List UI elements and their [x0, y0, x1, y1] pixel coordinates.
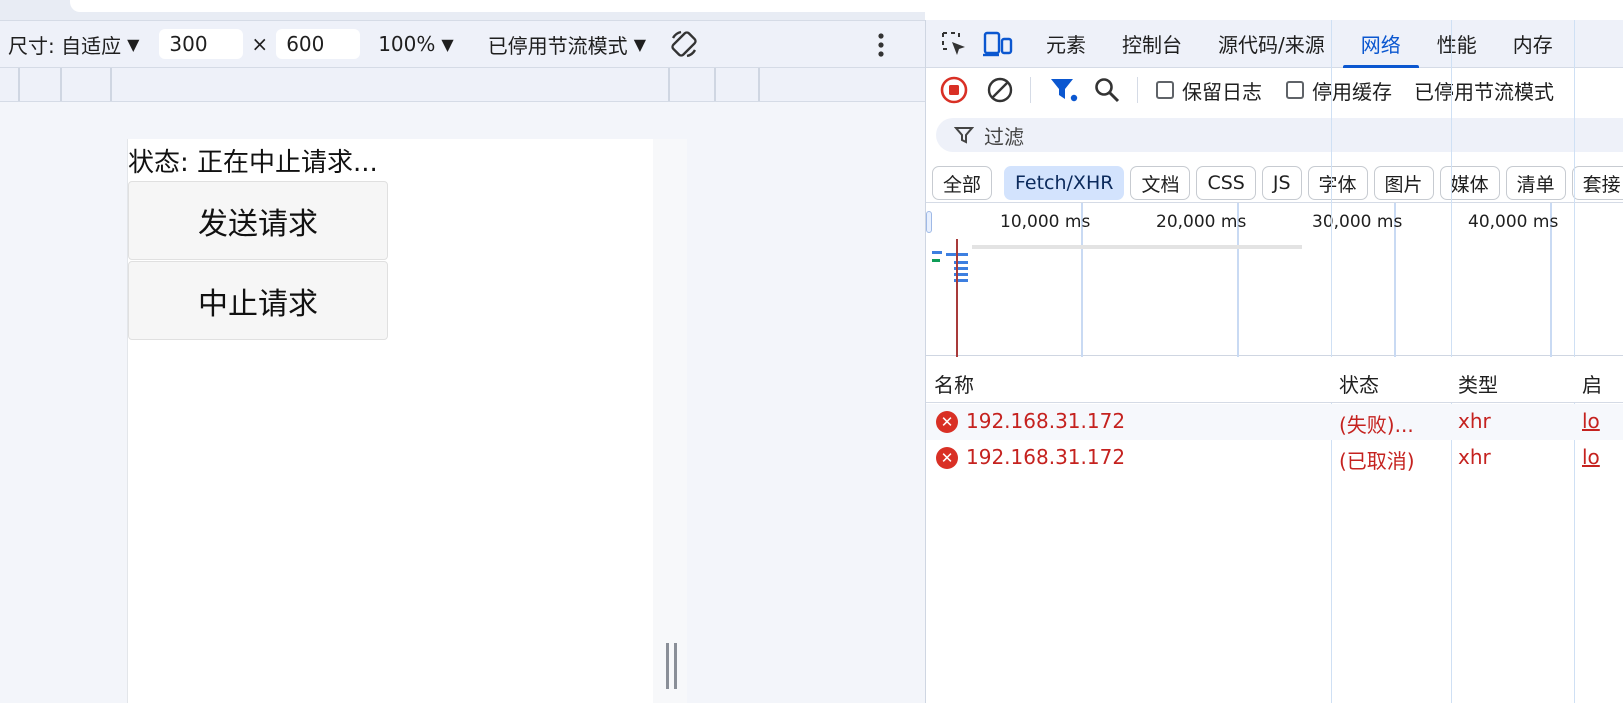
toolbar-divider — [1137, 77, 1138, 103]
media-query-ruler — [0, 68, 925, 102]
tab-3[interactable]: 网络 — [1342, 20, 1419, 68]
ruler-tick — [714, 68, 716, 101]
abort-request-button[interactable]: 中止请求 — [128, 261, 388, 340]
timeline-label: 10,000 ms — [1000, 212, 1091, 232]
type-filter-chip[interactable]: 文档 — [1130, 166, 1191, 200]
table-row[interactable]: ✕ 192.168.31.172 (已取消) xhr lo — [926, 440, 1623, 476]
network-toolbar: 保留日志 停用缓存 已停用节流模式 — [926, 68, 1623, 112]
table-row[interactable]: ✕ 192.168.31.172 (失败)... xhr lo — [926, 404, 1623, 440]
column-header-initiator[interactable]: 启 — [1582, 369, 1602, 398]
tab-0[interactable]: 元素 — [1028, 20, 1104, 68]
record-stop-icon[interactable] — [940, 76, 968, 104]
timeline-label: 20,000 ms — [1156, 212, 1247, 232]
type-filter-bar: 全部 Fetch/XHR 文档 CSS JS 字体 图片 媒体 清单 套接 — [932, 165, 1623, 201]
emulation-pane: 尺寸: 自适应 ▼ 300 × 600 100% ▼ 已停用节流模式 ▼ 状态:… — [0, 0, 925, 703]
column-header-status[interactable]: 状态 — [1339, 369, 1379, 398]
tab-5[interactable]: 内存 — [1495, 20, 1571, 68]
network-throttling-dropdown[interactable]: 已停用节流模式 — [1414, 76, 1554, 105]
disable-cache-checkbox[interactable] — [1286, 81, 1304, 99]
request-bars — [932, 251, 972, 291]
throttling-dropdown[interactable]: 已停用节流模式 ▼ — [488, 30, 646, 59]
ruler-tick — [668, 68, 670, 101]
ruler-tick — [18, 68, 20, 101]
devtools-tabbar: 元素 控制台 源代码/来源 网络 性能 内存 — [926, 20, 1623, 68]
type-filter-chip[interactable]: CSS — [1196, 166, 1256, 200]
overview-range-bar — [972, 245, 1302, 249]
request-initiator[interactable]: lo — [1582, 445, 1600, 469]
requests-table-header: 名称 状态 类型 启 — [926, 357, 1623, 403]
type-filter-chip[interactable]: Fetch/XHR — [1004, 166, 1125, 200]
clear-icon[interactable] — [986, 76, 1014, 104]
address-bar-edge — [70, 0, 925, 12]
request-type: xhr — [1458, 409, 1491, 433]
tab-2[interactable]: 源代码/来源 — [1200, 20, 1343, 68]
type-filter-chip[interactable]: 字体 — [1307, 166, 1368, 200]
toolbar-divider — [1030, 77, 1031, 103]
device-toolbar: 尺寸: 自适应 ▼ 300 × 600 100% ▼ 已停用节流模式 ▼ — [0, 20, 925, 68]
ruler-tick — [60, 68, 62, 101]
browser-top-strip — [0, 0, 925, 20]
column-header-name[interactable]: 名称 — [934, 369, 974, 398]
height-input[interactable]: 600 — [276, 29, 361, 59]
chevron-down-icon: ▼ — [441, 34, 454, 54]
disable-cache-label: 停用缓存 — [1312, 79, 1392, 104]
type-filter-chip[interactable]: JS — [1261, 166, 1302, 200]
tab-1[interactable]: 控制台 — [1104, 20, 1200, 68]
request-type: xhr — [1458, 445, 1491, 469]
dimensions-label: 尺寸: 自适应 — [8, 33, 122, 58]
request-status: (已取消) — [1339, 449, 1415, 473]
request-status: (失败)... — [1339, 413, 1414, 437]
overview-handle[interactable] — [926, 211, 932, 233]
error-icon: ✕ — [936, 411, 958, 433]
request-initiator[interactable]: lo — [1582, 409, 1600, 433]
search-icon[interactable] — [1093, 76, 1121, 104]
throttling-label: 已停用节流模式 — [487, 33, 628, 58]
type-filter-chip[interactable]: 全部 — [932, 166, 993, 200]
type-filter-chip[interactable]: 图片 — [1373, 166, 1434, 200]
funnel-icon — [954, 125, 974, 145]
emulated-viewport: 状态: 正在中止请求... 发送请求 中止请求 — [127, 139, 687, 703]
viewport-gutter — [653, 139, 687, 703]
send-request-button[interactable]: 发送请求 — [128, 181, 388, 260]
preserve-log-label: 保留日志 — [1182, 79, 1262, 104]
width-input[interactable]: 300 — [159, 29, 244, 59]
timeline-label: 30,000 ms — [1312, 212, 1403, 232]
filter-icon[interactable] — [1049, 76, 1079, 104]
type-filter-chip[interactable]: 媒体 — [1439, 166, 1500, 200]
current-time-marker — [956, 239, 958, 357]
filter-placeholder: 过滤 — [984, 124, 1024, 149]
chevron-down-icon: ▼ — [633, 34, 646, 54]
ruler-tick — [110, 68, 112, 101]
more-options-icon[interactable] — [876, 31, 886, 59]
error-icon: ✕ — [936, 447, 958, 469]
inspect-element-icon[interactable] — [940, 30, 968, 58]
dimensions-dropdown[interactable]: 尺寸: 自适应 ▼ — [8, 30, 139, 59]
chevron-down-icon: ▼ — [127, 34, 140, 54]
type-filter-chip[interactable]: 套接 — [1571, 166, 1623, 200]
type-filter-chip[interactable]: 清单 — [1505, 166, 1566, 200]
timeline-label: 40,000 ms — [1468, 212, 1559, 232]
zoom-dropdown[interactable]: 100% ▼ — [378, 32, 454, 56]
resize-handle[interactable] — [666, 643, 680, 689]
tab-list: 元素 控制台 源代码/来源 网络 性能 内存 — [1028, 20, 1571, 68]
tab-4[interactable]: 性能 — [1419, 20, 1495, 68]
preserve-log-checkbox[interactable] — [1156, 81, 1174, 99]
device-toggle-icon[interactable] — [982, 30, 1014, 58]
zoom-value: 100% — [378, 32, 436, 56]
request-name: 192.168.31.172 — [966, 409, 1126, 433]
devtools-pane: 元素 控制台 源代码/来源 网络 性能 内存 保留日志 停用缓存 已停用节流模式 过滤 全… — [925, 20, 1623, 703]
times-sign: × — [251, 32, 269, 56]
filter-input[interactable]: 过滤 — [936, 118, 1623, 152]
ruler-tick — [758, 68, 760, 101]
rotate-icon[interactable] — [668, 28, 700, 60]
status-text: 状态: 正在中止请求... — [128, 148, 378, 178]
request-name: 192.168.31.172 — [966, 445, 1126, 469]
network-overview: 10,000 ms 20,000 ms 30,000 ms 40,000 ms — [926, 202, 1623, 357]
column-header-type[interactable]: 类型 — [1458, 369, 1498, 398]
